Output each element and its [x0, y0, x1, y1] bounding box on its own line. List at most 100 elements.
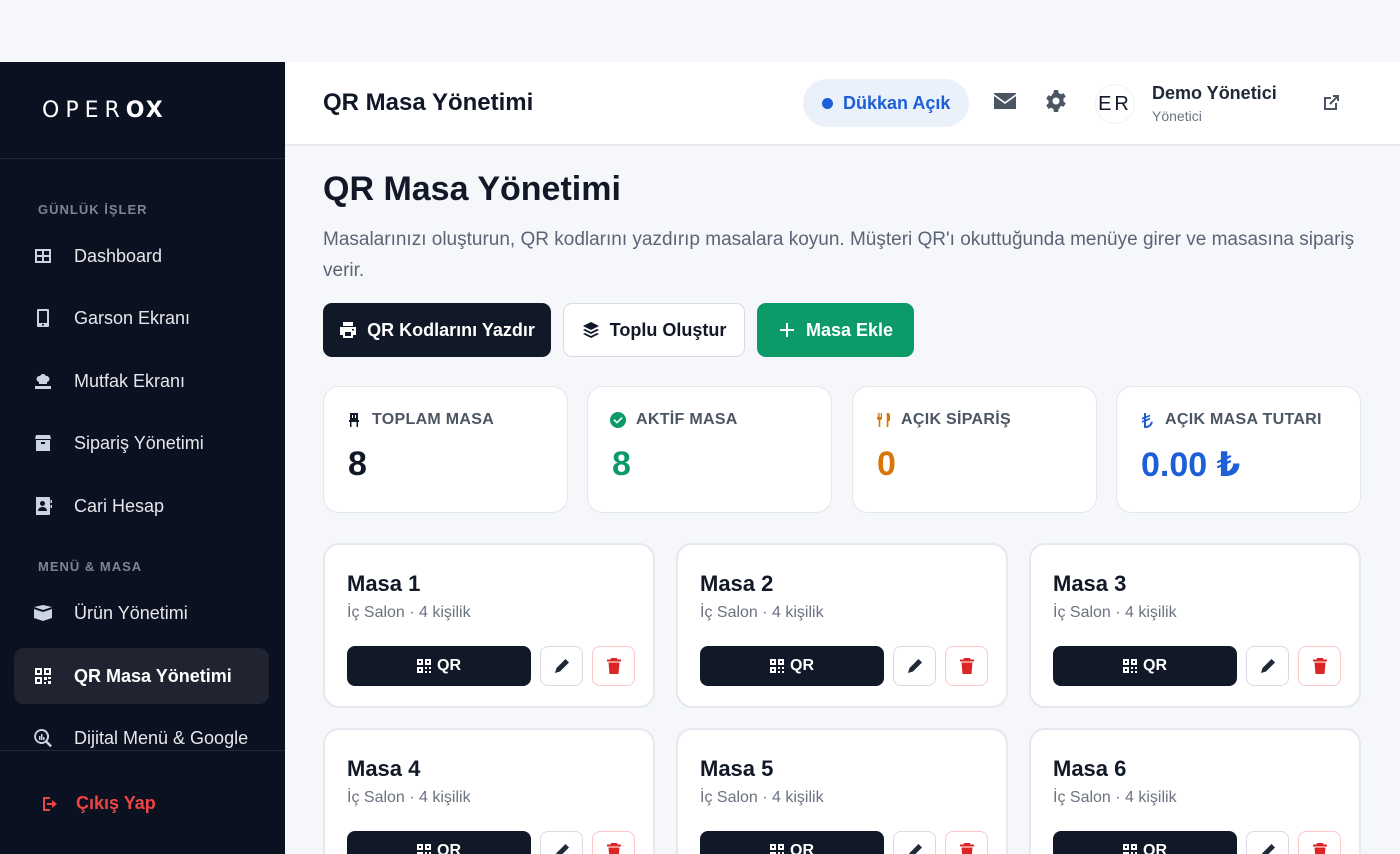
table-info: İç Salon · 4 kişilik	[700, 604, 824, 621]
table-info: İç Salon · 4 kişilik	[347, 789, 471, 806]
sidebar-item-mutfak[interactable]: Mutfak Ekranı	[14, 353, 269, 409]
bulk-create-label: Toplu Oluştur	[609, 319, 727, 340]
sidebar-item-label: Cari Hesap	[74, 495, 165, 516]
logout-button[interactable]: Çıkış Yap	[40, 793, 156, 814]
brand-logo[interactable]: OPEROX	[42, 98, 165, 123]
trash-icon	[606, 658, 621, 674]
stat-label: AÇIK MASA TUTARI	[1165, 411, 1322, 428]
qrcode-icon	[33, 666, 53, 686]
user-name: Demo Yönetici	[1152, 83, 1277, 103]
sidebar-item-label: Mutfak Ekranı	[74, 370, 186, 391]
lira-icon	[1142, 413, 1153, 428]
trash-icon	[959, 843, 974, 854]
top-header: QR Masa Yönetimi Dükkan Açık ER Demo Yön…	[285, 62, 1400, 146]
sidebar-item-garson[interactable]: Garson Ekranı	[14, 290, 269, 346]
boxes-icon	[33, 603, 53, 623]
table-name: Masa 6	[1053, 756, 1127, 781]
sidebar-item-label: Sipariş Yönetimi	[74, 432, 204, 453]
pencil-icon	[908, 844, 922, 854]
qrcode-icon	[1123, 659, 1137, 673]
delete-button[interactable]	[1298, 646, 1341, 686]
bulk-create-button[interactable]: Toplu Oluştur	[563, 303, 745, 357]
delete-button[interactable]	[592, 831, 635, 854]
grid-icon	[33, 246, 53, 266]
sidebar-item-dashboard[interactable]: Dashboard	[14, 228, 269, 284]
add-table-button[interactable]: Masa Ekle	[757, 303, 914, 357]
chair-icon	[349, 413, 359, 427]
stat-label: AKTİF MASA	[636, 411, 738, 428]
table-card: Masa 1 İç Salon · 4 kişilik QR	[323, 543, 655, 708]
logout-label: Çıkış Yap	[76, 793, 156, 813]
check-circle-icon	[610, 412, 626, 428]
sidebar-footer: Çıkış Yap	[0, 750, 285, 854]
user-role: Yönetici	[1152, 108, 1202, 124]
table-card: Masa 2 İç Salon · 4 kişilik QR	[676, 543, 1008, 708]
qr-button[interactable]: QR	[1053, 646, 1237, 686]
table-info: İç Salon · 4 kişilik	[1053, 789, 1177, 806]
stat-value: 8	[612, 445, 631, 483]
shop-status-badge[interactable]: Dükkan Açık	[803, 79, 970, 127]
stat-label-row: AÇIK SİPARİŞ	[875, 411, 1011, 429]
table-card: Masa 5 İç Salon · 4 kişilik QR	[676, 728, 1008, 854]
printer-icon	[340, 322, 357, 338]
edit-button[interactable]	[893, 831, 936, 854]
qr-button-label: QR	[790, 842, 814, 854]
table-name: Masa 5	[700, 756, 774, 781]
header-title: QR Masa Yönetimi	[323, 89, 534, 116]
search-chart-icon	[33, 728, 53, 748]
edit-button[interactable]	[540, 646, 583, 686]
delete-button[interactable]	[592, 646, 635, 686]
stat-value: 0.00 ₺	[1141, 446, 1241, 484]
stat-open-orders: AÇIK SİPARİŞ 0	[852, 386, 1097, 513]
stat-label: AÇIK SİPARİŞ	[901, 411, 1011, 428]
sidebar-item-siparis[interactable]: Sipariş Yönetimi	[14, 415, 269, 471]
edit-button[interactable]	[540, 831, 583, 854]
trash-icon	[1312, 843, 1327, 854]
gear-icon[interactable]	[1043, 88, 1069, 114]
trash-icon	[959, 658, 974, 674]
box-icon	[33, 433, 53, 453]
mobile-icon	[33, 308, 53, 328]
sidebar-item-qr-masa[interactable]: QR Masa Yönetimi	[14, 648, 269, 704]
pencil-icon	[554, 659, 569, 673]
table-name: Masa 2	[700, 571, 774, 596]
qr-button[interactable]: QR	[347, 646, 531, 686]
edit-button[interactable]	[893, 646, 936, 686]
pencil-icon	[555, 844, 569, 854]
qrcode-icon	[1123, 844, 1137, 854]
stat-total-tables: TOPLAM MASA 8	[323, 386, 568, 513]
qr-button[interactable]: QR	[1053, 831, 1237, 854]
delete-button[interactable]	[945, 646, 988, 686]
sidebar-item-urun[interactable]: Ürün Yönetimi	[14, 585, 269, 641]
edit-button[interactable]	[1246, 831, 1289, 854]
top-strip	[0, 0, 1400, 62]
plus-icon	[779, 323, 794, 337]
external-link-icon[interactable]	[1321, 93, 1341, 113]
chef-icon	[33, 371, 53, 391]
nav-section-menu: MENÜ & MASA	[38, 559, 143, 574]
delete-button[interactable]	[1298, 831, 1341, 854]
edit-button[interactable]	[1246, 646, 1289, 686]
sidebar-item-label: Ürün Yönetimi	[74, 602, 188, 623]
qr-button[interactable]: QR	[347, 831, 531, 854]
stat-label-row: TOPLAM MASA	[346, 411, 494, 429]
table-info: İç Salon · 4 kişilik	[1053, 604, 1177, 621]
sidebar-item-label: QR Masa Yönetimi	[74, 665, 232, 686]
sidebar-item-label: Dijital Menü & Google	[74, 727, 249, 748]
qrcode-icon	[417, 844, 431, 854]
stat-value: 8	[348, 445, 367, 483]
qr-button-label: QR	[1143, 657, 1167, 674]
qr-button[interactable]: QR	[700, 646, 884, 686]
nav-section-daily: GÜNLÜK İŞLER	[38, 202, 148, 217]
stat-open-amount: AÇIK MASA TUTARI 0.00 ₺	[1116, 386, 1361, 513]
print-qr-button[interactable]: QR Kodlarını Yazdır	[323, 303, 551, 357]
qr-button[interactable]: QR	[700, 831, 884, 854]
print-qr-label: QR Kodlarını Yazdır	[367, 319, 535, 340]
delete-button[interactable]	[945, 831, 988, 854]
sidebar-item-label: Dashboard	[74, 245, 163, 266]
sidebar-item-cari[interactable]: Cari Hesap	[14, 478, 269, 534]
layers-icon	[582, 322, 599, 338]
avatar[interactable]: ER	[1095, 84, 1135, 124]
envelope-icon[interactable]	[992, 88, 1018, 114]
shop-status-label: Dükkan Açık	[843, 92, 951, 113]
